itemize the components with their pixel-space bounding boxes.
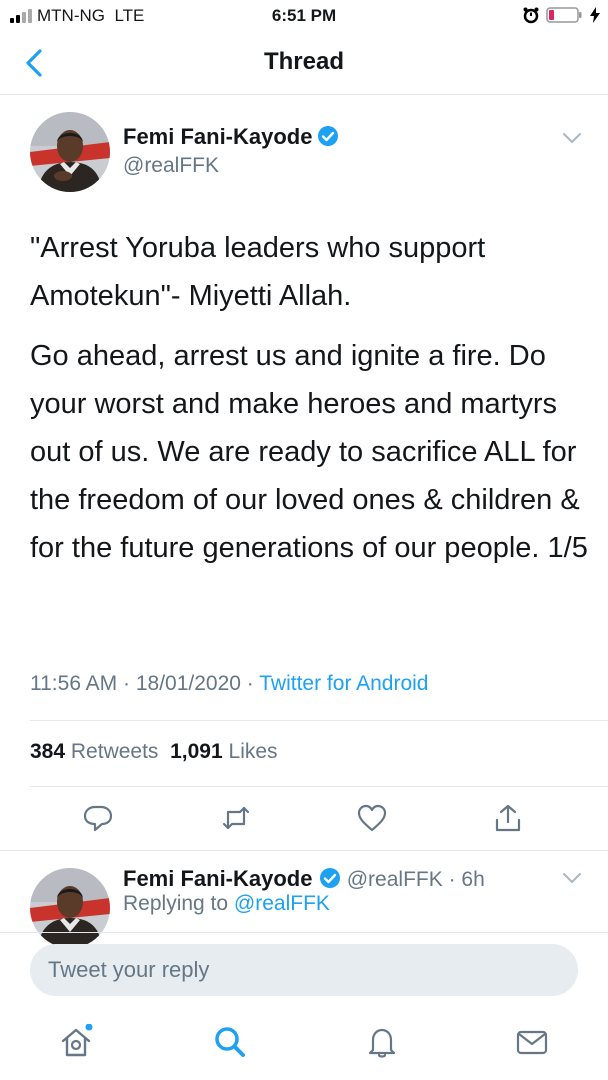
clock: 6:51 PM <box>271 6 337 25</box>
reply-icon[interactable] <box>82 802 114 834</box>
divider <box>30 786 608 787</box>
tweet-stats: 384 Retweets 1,091 Likes <box>30 740 278 764</box>
divider <box>30 720 608 721</box>
avatar[interactable] <box>30 112 110 192</box>
status-icons <box>522 6 600 24</box>
retweets-stat[interactable]: 384 Retweets <box>30 740 158 763</box>
search-icon[interactable] <box>212 1024 248 1060</box>
verified-icon <box>317 126 338 146</box>
tweet-time: 11:56 AM <box>30 672 118 695</box>
author-handle[interactable]: @realFFK <box>123 154 219 178</box>
divider <box>0 932 608 933</box>
messages-icon[interactable] <box>514 1024 550 1060</box>
reply-age: 6h <box>461 868 485 891</box>
share-icon[interactable] <box>492 802 524 834</box>
tweet-text-paragraph-1: "Arrest Yoruba leaders who support Amote… <box>30 232 486 312</box>
home-icon[interactable] <box>58 1024 94 1060</box>
reply-input[interactable]: Tweet your reply <box>30 944 578 996</box>
status-bar: MTN-NG LTE 6:51 PM <box>0 0 608 32</box>
tweet-text-paragraph-2: Go ahead, arrest us and ignite a fire. D… <box>30 340 588 564</box>
alarm-icon <box>523 7 539 24</box>
verified-icon <box>319 868 340 888</box>
replying-to: Replying to @realFFK <box>123 892 330 915</box>
notifications-icon[interactable] <box>364 1024 400 1060</box>
divider <box>0 850 608 851</box>
author-name[interactable]: Femi Fani-Kayode <box>123 124 312 149</box>
avatar[interactable] <box>30 868 110 948</box>
chevron-down-icon[interactable] <box>560 130 584 146</box>
chevron-down-icon[interactable] <box>560 870 584 886</box>
charging-icon <box>590 7 600 23</box>
retweet-icon[interactable] <box>220 802 252 834</box>
replying-to-link[interactable]: @realFFK <box>234 892 330 915</box>
page-title: Thread <box>263 48 344 75</box>
battery-icon <box>546 7 582 23</box>
navigation-bar: Thread <box>0 32 608 95</box>
like-icon[interactable] <box>356 802 388 834</box>
tweet-date: 18/01/2020 <box>135 672 241 695</box>
likes-stat[interactable]: 1,091 Likes <box>170 740 277 763</box>
tweet-meta: 11:56 AM · 18/01/2020 · Twitter for Andr… <box>30 672 429 695</box>
reply-author-handle[interactable]: @realFFK <box>347 868 443 891</box>
tweet-source-link[interactable]: Twitter for Android <box>259 672 428 695</box>
reply-author-name[interactable]: Femi Fani-Kayode <box>123 866 312 891</box>
